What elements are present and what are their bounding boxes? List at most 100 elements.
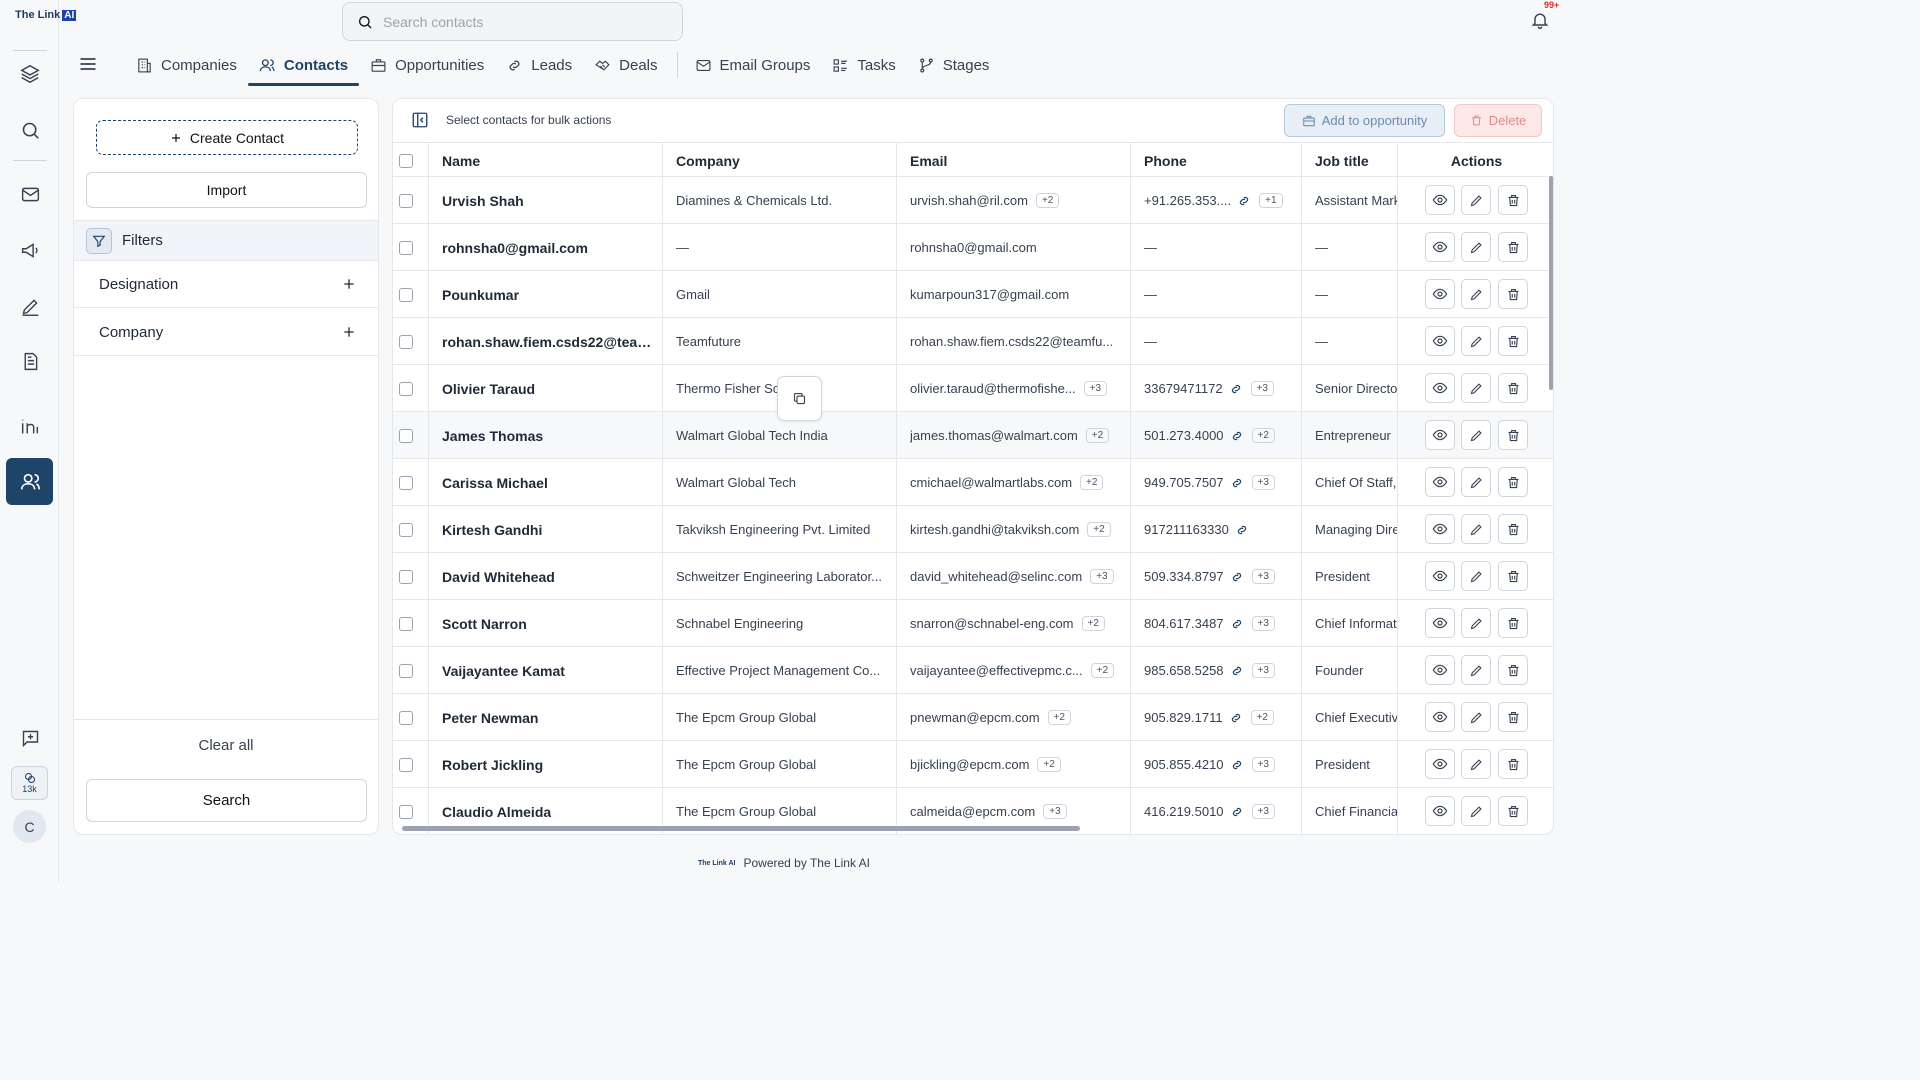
view-icon[interactable] [1425, 608, 1455, 638]
copy-icon[interactable] [777, 376, 822, 421]
contact-name[interactable]: Scott Narron [428, 600, 662, 647]
table-row[interactable]: James Thomas Walmart Global Tech India jam… [393, 412, 1553, 459]
tab-deals[interactable]: Deals [583, 44, 668, 86]
credits-badge[interactable]: 13k [11, 766, 48, 800]
view-icon[interactable] [1425, 749, 1455, 779]
contact-name[interactable]: Carissa Michael [428, 459, 662, 506]
column-header-email[interactable]: Email [896, 143, 1130, 178]
select-all-checkbox[interactable] [399, 153, 413, 168]
table-row[interactable]: Robert Jickling The Epcm Group Global bjic… [393, 741, 1553, 788]
table-row[interactable]: Kirtesh Gandhi Takviksh Engineering Pvt. … [393, 506, 1553, 553]
email-more-badge[interactable]: +2 [1047, 710, 1071, 725]
row-checkbox[interactable] [399, 804, 413, 819]
contact-email[interactable]: james.thomas@walmart.com [910, 428, 1078, 443]
contact-email[interactable]: rohan.shaw.fiem.csds22@teamfu... [910, 334, 1113, 349]
row-checkbox[interactable] [399, 710, 413, 725]
table-row[interactable]: David Whitehead Schweitzer Engineering La… [393, 553, 1553, 600]
menu-icon[interactable] [78, 54, 98, 74]
contact-email[interactable]: pnewman@epcm.com [910, 710, 1040, 725]
link-icon[interactable] [1237, 194, 1251, 208]
contact-email[interactable]: bjickling@epcm.com [910, 757, 1029, 772]
link-icon[interactable] [1230, 758, 1244, 772]
delete-icon[interactable] [1498, 561, 1528, 591]
delete-icon[interactable] [1498, 279, 1528, 309]
linkedin-icon[interactable] [12, 408, 48, 444]
delete-icon[interactable] [1498, 655, 1528, 685]
delete-icon[interactable] [1498, 749, 1528, 779]
contact-email[interactable]: olivier.taraud@thermofishe... [910, 381, 1076, 396]
delete-icon[interactable] [1498, 467, 1528, 497]
contact-name[interactable]: rohan.shaw.fiem.csds22@teamf... [428, 318, 662, 365]
view-icon[interactable] [1425, 185, 1455, 215]
contact-email[interactable]: cmichael@walmartlabs.com [910, 475, 1072, 490]
row-checkbox[interactable] [399, 334, 413, 349]
link-icon[interactable] [1230, 476, 1244, 490]
email-more-badge[interactable]: +2 [1035, 193, 1060, 208]
delete-icon[interactable] [1498, 420, 1528, 450]
bell-icon[interactable] [1530, 10, 1550, 30]
table-row[interactable]: Peter Newman The Epcm Group Global pnewman… [393, 694, 1553, 741]
phone-more-badge[interactable]: +3 [1251, 663, 1275, 678]
email-more-badge[interactable]: +3 [1043, 804, 1067, 819]
row-checkbox[interactable] [399, 616, 413, 631]
contact-name[interactable]: Urvish Shah [428, 177, 662, 224]
contact-email[interactable]: snarron@schnabel-eng.com [910, 616, 1074, 631]
tab-companies[interactable]: Companies [125, 44, 248, 86]
sidebar-toggle-icon[interactable] [411, 111, 429, 129]
clear-all-button[interactable]: Clear all [74, 737, 378, 754]
link-icon[interactable] [1230, 617, 1244, 631]
row-checkbox[interactable] [399, 287, 413, 302]
megaphone-icon[interactable] [12, 232, 48, 268]
edit-icon[interactable] [1461, 796, 1491, 826]
table-row[interactable]: Pounkumar Gmail kumarpoun317@gmail.com — — [393, 271, 1553, 318]
row-checkbox[interactable] [399, 757, 413, 772]
row-checkbox[interactable] [399, 381, 413, 396]
email-more-badge[interactable]: +2 [1087, 522, 1111, 537]
table-row[interactable]: Vaijayantee Kamat Effective Project Manag… [393, 647, 1553, 694]
contact-phone[interactable]: 33679471172 [1144, 381, 1223, 396]
contact-name[interactable]: rohnsha0@gmail.com [428, 224, 662, 271]
phone-more-badge[interactable]: +3 [1251, 804, 1275, 819]
table-row[interactable]: Olivier Taraud Thermo Fisher Sci olivier.t… [393, 365, 1553, 412]
edit-icon[interactable] [1461, 655, 1491, 685]
contact-name[interactable]: Peter Newman [428, 694, 662, 741]
contact-name[interactable]: Kirtesh Gandhi [428, 506, 662, 553]
link-icon[interactable] [1229, 711, 1243, 725]
edit-icon[interactable] [1461, 279, 1491, 309]
filter-designation[interactable]: Designation [74, 261, 378, 308]
app-logo[interactable]: The Link AI [15, 9, 77, 21]
edit-icon[interactable] [1461, 185, 1491, 215]
tab-tasks[interactable]: Tasks [821, 44, 906, 86]
row-checkbox[interactable] [399, 240, 413, 255]
view-icon[interactable] [1425, 279, 1455, 309]
table-row[interactable]: rohan.shaw.fiem.csds22@teamf... Teamfutur… [393, 318, 1553, 365]
contact-phone[interactable]: 905.855.4210 [1144, 757, 1224, 772]
phone-more-badge[interactable]: +2 [1250, 710, 1274, 725]
document-icon[interactable] [12, 343, 48, 379]
edit-icon[interactable] [1461, 467, 1491, 497]
delete-icon[interactable] [1498, 232, 1528, 262]
edit-icon[interactable] [1461, 232, 1491, 262]
column-header-phone[interactable]: Phone [1130, 143, 1301, 178]
delete-icon[interactable] [1498, 514, 1528, 544]
contact-email[interactable]: kirtesh.gandhi@takviksh.com [910, 522, 1079, 537]
edit-icon[interactable] [1461, 702, 1491, 732]
contact-name[interactable]: James Thomas [428, 412, 662, 459]
column-header-company[interactable]: Company [662, 143, 896, 178]
view-icon[interactable] [1425, 467, 1455, 497]
column-header-name[interactable]: Name [428, 143, 662, 178]
contact-name[interactable]: David Whitehead [428, 553, 662, 600]
bulk-delete-button[interactable]: Delete [1454, 104, 1542, 137]
table-row[interactable]: Scott Narron Schnabel Engineering snarron@… [393, 600, 1553, 647]
table-row[interactable]: Urvish Shah Diamines & Chemicals Ltd. urvi… [393, 177, 1553, 224]
view-icon[interactable] [1425, 561, 1455, 591]
email-more-badge[interactable]: +3 [1090, 569, 1114, 584]
row-checkbox[interactable] [399, 569, 413, 584]
view-icon[interactable] [1425, 326, 1455, 356]
edit-icon[interactable] [1461, 561, 1491, 591]
contact-name[interactable]: Pounkumar [428, 271, 662, 318]
contact-phone[interactable]: 804.617.3487 [1144, 616, 1224, 631]
view-icon[interactable] [1425, 373, 1455, 403]
edit-icon[interactable] [1461, 514, 1491, 544]
horizontal-scrollbar[interactable] [402, 826, 1080, 831]
